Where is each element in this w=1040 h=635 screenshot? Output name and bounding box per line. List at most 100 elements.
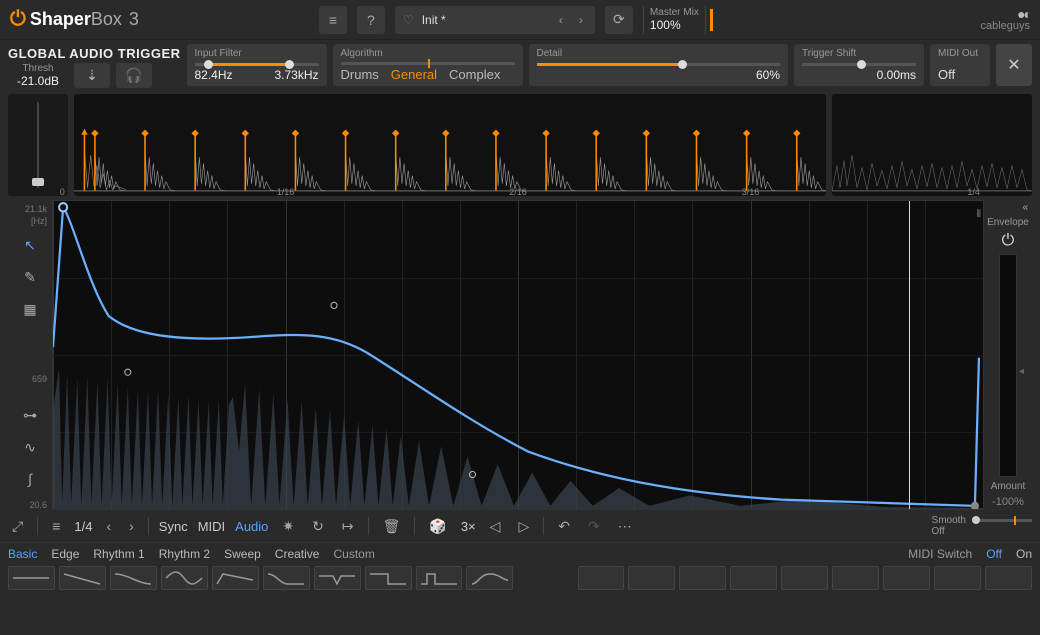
threshold-display: Thresh -21.0dB xyxy=(8,63,68,88)
algo-complex[interactable]: Complex xyxy=(449,67,500,82)
help-button[interactable]: ? xyxy=(357,6,385,34)
master-mix-bar[interactable] xyxy=(710,9,713,31)
trigger-shift-slider[interactable] xyxy=(802,63,916,66)
midi-switch-label: MIDI Switch xyxy=(908,547,972,561)
detail-slider[interactable] xyxy=(537,63,781,66)
shape-ramp-down[interactable] xyxy=(59,566,106,590)
trigger-waveform-main[interactable] xyxy=(74,94,826,196)
thresh-label: Thresh xyxy=(8,63,68,74)
smooth-label: Smooth xyxy=(932,515,966,526)
input-filter-panel: Input Filter 82.4Hz 3.73kHz xyxy=(187,44,327,86)
randomize-icon[interactable]: 🎲 xyxy=(425,516,450,537)
mode-sync[interactable]: Sync xyxy=(159,519,188,534)
curve-tool[interactable]: ∿ xyxy=(16,434,44,460)
input-filter-label: Input Filter xyxy=(195,48,319,59)
curve-editor[interactable]: 0 1/16 2/16 3/16 1/4 ⦀ xyxy=(52,200,984,510)
master-mix-label: Master Mix xyxy=(650,7,699,18)
length-next[interactable]: › xyxy=(125,516,138,536)
threshold-slider[interactable] xyxy=(8,94,68,196)
input-filter-slider[interactable] xyxy=(195,63,319,66)
pencil-tool[interactable]: ✎ xyxy=(16,264,44,290)
mode-midi[interactable]: MIDI xyxy=(198,519,225,534)
algorithm-slider[interactable] xyxy=(341,62,515,65)
envelope-power-icon[interactable]: ⏻ xyxy=(1002,232,1015,250)
multiply-value[interactable]: 3× xyxy=(461,519,476,534)
length-prev[interactable]: ‹ xyxy=(102,516,115,536)
pointer-tool[interactable]: ↖ xyxy=(16,232,44,258)
retrigger-icon[interactable]: ↻ xyxy=(308,516,328,537)
shape-decay[interactable] xyxy=(263,566,310,590)
tab-sweep[interactable]: Sweep xyxy=(224,547,261,561)
shape-pulse[interactable] xyxy=(416,566,463,590)
power-icon[interactable]: ⏻ xyxy=(10,8,26,31)
custom-slot-2[interactable] xyxy=(628,566,675,590)
custom-slot-7[interactable] xyxy=(883,566,930,590)
s-curve-tool[interactable]: ∫ xyxy=(16,466,44,492)
collapse-icon[interactable]: « xyxy=(1022,202,1032,213)
compare-button[interactable]: ⟳ xyxy=(605,6,633,34)
custom-slot-4[interactable] xyxy=(730,566,777,590)
custom-slot-1[interactable] xyxy=(578,566,625,590)
sidechain-button[interactable]: ⇣ xyxy=(74,63,110,88)
algo-general[interactable]: General xyxy=(391,67,437,82)
select-tool[interactable]: ▦ xyxy=(16,296,44,322)
algorithm-options[interactable]: Drums General Complex xyxy=(341,67,515,82)
shape-notch[interactable] xyxy=(314,566,361,590)
smooth-slider[interactable] xyxy=(972,519,1032,522)
mode-audio[interactable]: Audio xyxy=(235,519,268,534)
custom-slot-5[interactable] xyxy=(781,566,828,590)
shape-square[interactable] xyxy=(365,566,412,590)
custom-slot-6[interactable] xyxy=(832,566,879,590)
undo-icon[interactable]: ↶ xyxy=(554,516,574,537)
redo-icon[interactable]: ↷ xyxy=(584,516,604,537)
midi-out-panel[interactable]: MIDI Out Off xyxy=(930,44,990,86)
step-back-icon[interactable]: ◁ xyxy=(486,516,505,537)
shape-flat[interactable] xyxy=(8,566,55,590)
custom-slot-8[interactable] xyxy=(934,566,981,590)
app-title: ShaperBox 3 xyxy=(30,9,139,30)
tab-edge[interactable]: Edge xyxy=(51,547,79,561)
loop-grip-icon[interactable]: ⦀ xyxy=(977,209,981,220)
oneshot-icon[interactable]: ↦ xyxy=(338,516,358,537)
master-mix[interactable]: Master Mix 100% xyxy=(643,6,706,34)
bottom-toolbar: ⤢ ≡ 1/4 ‹ › Sync MIDI Audio ✷ ↻ ↦ 🗑 🎲 3×… xyxy=(0,510,1040,542)
menu-button[interactable]: ≡ xyxy=(319,6,347,34)
preset-next[interactable]: › xyxy=(575,13,587,27)
settings-icon[interactable]: ✷ xyxy=(278,516,298,537)
tab-rhythm2[interactable]: Rhythm 2 xyxy=(159,547,210,561)
midi-out-label: MIDI Out xyxy=(938,48,982,59)
step-forward-icon[interactable]: ▷ xyxy=(514,516,533,537)
link-tool[interactable]: ⊶ xyxy=(16,402,44,428)
tab-basic[interactable]: Basic xyxy=(8,547,37,561)
algorithm-panel: Algorithm Drums General Complex xyxy=(333,44,523,86)
tab-rhythm1[interactable]: Rhythm 1 xyxy=(93,547,144,561)
shape-sine-down[interactable] xyxy=(110,566,157,590)
close-panel-button[interactable]: ✕ xyxy=(996,44,1032,86)
detail-label: Detail xyxy=(537,48,781,59)
shape-attack[interactable] xyxy=(212,566,259,590)
preset-prev[interactable]: ‹ xyxy=(555,13,567,27)
master-mix-value: 100% xyxy=(650,18,699,32)
custom-slot-9[interactable] xyxy=(985,566,1032,590)
algo-drums[interactable]: Drums xyxy=(341,67,379,82)
preset-selector[interactable]: ♡ Init * ‹ › xyxy=(395,6,595,34)
trash-icon[interactable]: 🗑 xyxy=(379,516,405,537)
length-value[interactable]: 1/4 xyxy=(74,519,92,534)
main-editor-area: 21.1k [Hz] ↖ ✎ ▦ 659 ⊶ ∿ ∫ 20.6 0 1/16 2… xyxy=(0,200,1040,510)
expand-icon[interactable]: ⤢ xyxy=(8,516,27,537)
smooth-control[interactable]: Smooth Off xyxy=(932,515,1032,537)
envelope-meter[interactable]: ◂ xyxy=(999,254,1017,477)
playhead[interactable] xyxy=(909,201,910,509)
waveform-row xyxy=(0,90,1040,200)
midi-switch-on[interactable]: On xyxy=(1016,547,1032,561)
more-icon[interactable]: ⋯ xyxy=(614,516,636,537)
trigger-waveform-side[interactable] xyxy=(832,94,1032,196)
custom-slot-3[interactable] xyxy=(679,566,726,590)
grid-icon[interactable]: ≡ xyxy=(48,516,64,536)
midi-switch-off[interactable]: Off xyxy=(986,547,1002,561)
tab-creative[interactable]: Creative xyxy=(275,547,320,561)
listen-button[interactable]: 🎧 xyxy=(116,63,152,88)
shape-sine[interactable] xyxy=(161,566,208,590)
shape-curve-up[interactable] xyxy=(466,566,513,590)
favorite-icon[interactable]: ♡ xyxy=(403,13,414,27)
